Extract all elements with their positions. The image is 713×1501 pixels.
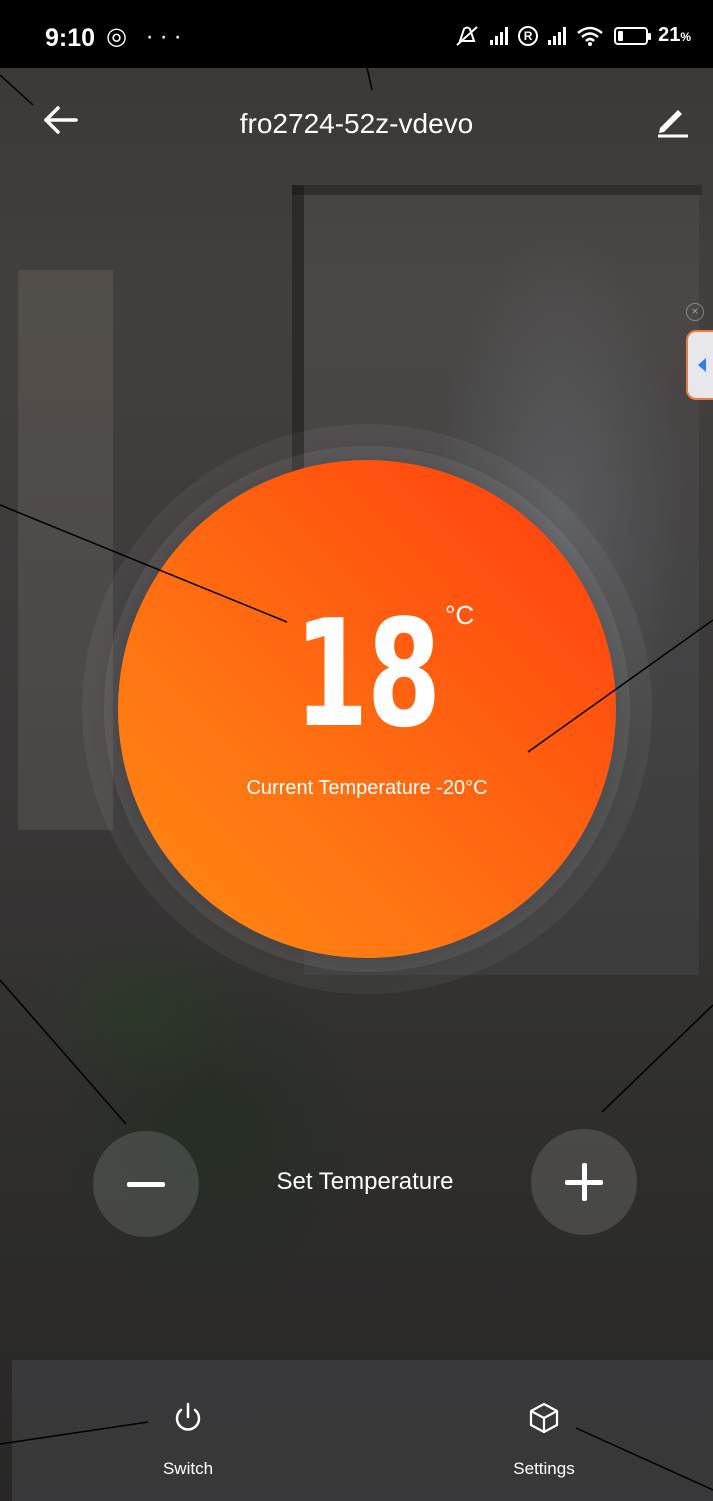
floating-close-icon[interactable]: × <box>686 303 704 321</box>
status-time: 9:10 <box>45 24 96 52</box>
floating-side-tab[interactable] <box>686 330 713 400</box>
switch-button[interactable]: Switch <box>118 1400 258 1495</box>
cube-icon <box>529 1402 559 1434</box>
device-title: fro2724-52z-vdevo <box>239 108 474 139</box>
status-bar: 9:10 ◎ ··· R 21% <box>0 0 713 68</box>
signal-icon-2 <box>548 26 567 45</box>
battery-icon <box>614 26 652 45</box>
notification-icons: ◎ ··· <box>106 23 188 50</box>
set-temperature-value: 18 <box>294 588 441 760</box>
background-window-frame-top <box>292 185 702 195</box>
edit-pencil-icon[interactable] <box>650 98 694 142</box>
status-right-icons: R 21% <box>454 24 691 47</box>
settings-label: Settings <box>513 1459 575 1478</box>
top-app-bar: fro2724-52z-vdevo <box>0 70 713 170</box>
decrease-temperature-button[interactable] <box>93 1131 199 1237</box>
switch-label: Switch <box>162 1459 214 1478</box>
battery-level: 21% <box>658 24 691 46</box>
roaming-icon: R <box>518 25 539 46</box>
wifi-icon <box>577 26 603 46</box>
set-temperature-label: Set Temperature <box>276 1168 454 1195</box>
temperature-unit: °C <box>445 600 475 630</box>
current-temperature-text: Current Temperature -20°C <box>246 777 488 799</box>
mute-icon <box>456 25 478 46</box>
signal-icon <box>490 26 509 45</box>
increase-temperature-button[interactable] <box>531 1129 637 1235</box>
settings-button[interactable]: Settings <box>474 1400 614 1495</box>
power-icon <box>175 1402 201 1431</box>
